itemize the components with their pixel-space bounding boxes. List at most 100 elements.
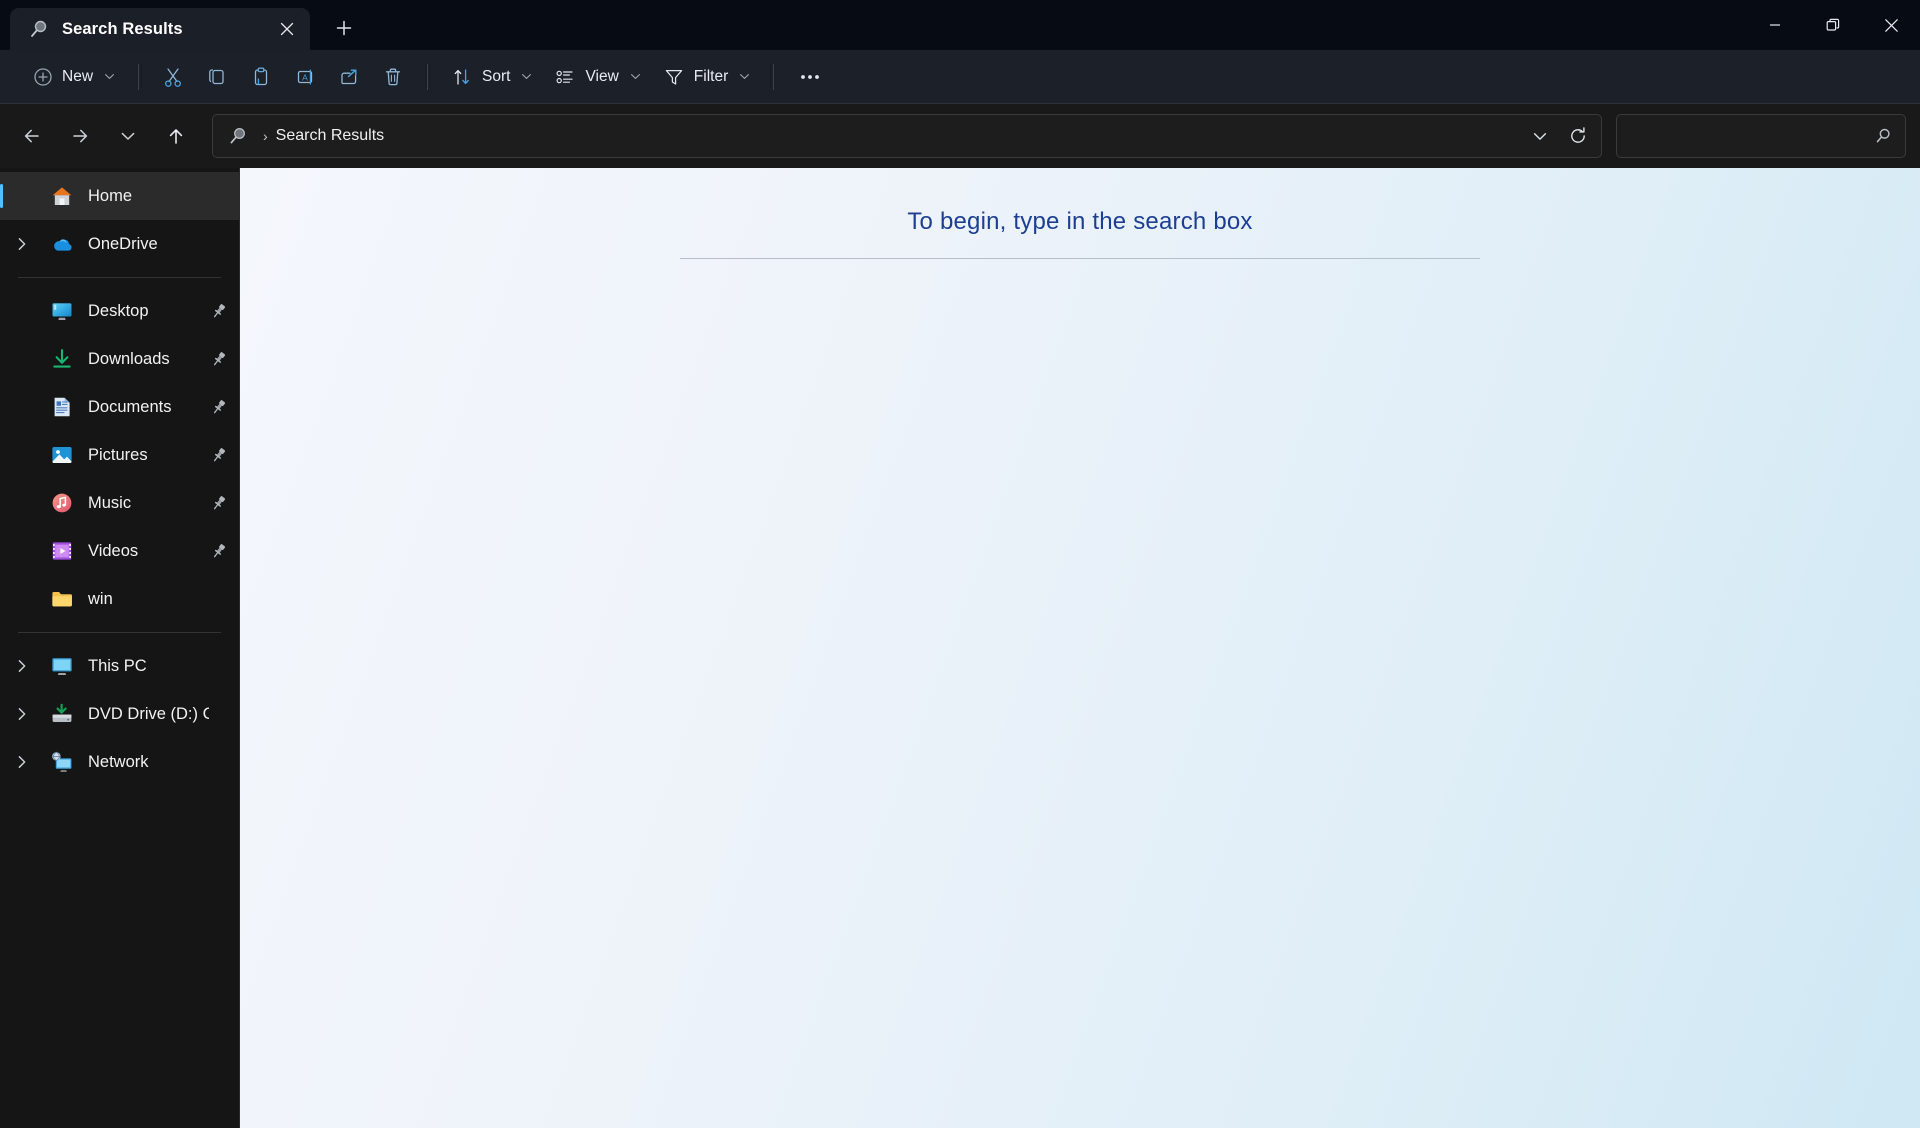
more-options-button[interactable] <box>786 58 834 96</box>
sidebar-item-music[interactable]: Music <box>0 479 239 527</box>
close-icon[interactable] <box>270 12 304 46</box>
new-button[interactable]: New <box>22 58 126 96</box>
empty-state-message: To begin, type in the search box <box>907 208 1253 235</box>
onedrive-cloud-icon <box>50 232 74 256</box>
sidebar-item-dvd-drive-d-ccc[interactable]: DVD Drive (D:) CCC <box>0 690 239 738</box>
search-box[interactable] <box>1616 114 1906 158</box>
empty-state: To begin, type in the search box <box>240 208 1920 259</box>
search-input[interactable] <box>1631 127 1873 145</box>
tab-search-results[interactable]: Search Results <box>10 8 310 50</box>
sidebar-item-home[interactable]: Home <box>0 172 239 220</box>
file-explorer-window: Search Results New A Sort View Filter › … <box>0 0 1920 1128</box>
sidebar-item-downloads[interactable]: Downloads <box>0 335 239 383</box>
sidebar-item-network[interactable]: Network <box>0 738 239 786</box>
sort-button-label: Sort <box>482 67 511 85</box>
sort-icon <box>451 66 473 88</box>
pin-icon[interactable] <box>209 494 229 512</box>
rename-button[interactable]: A <box>283 58 327 96</box>
title-bar: Search Results <box>0 0 1920 50</box>
minimize-button[interactable] <box>1746 0 1804 50</box>
copy-icon <box>206 66 228 88</box>
ellipsis-icon <box>797 66 823 88</box>
sidebar-item-label: DVD Drive (D:) CCC <box>88 704 209 723</box>
sidebar-item-label: Videos <box>88 541 139 560</box>
rename-icon: A <box>294 66 316 88</box>
view-button[interactable]: View <box>543 58 651 96</box>
pictures-icon <box>50 443 74 467</box>
sidebar-divider <box>18 632 221 633</box>
sidebar-item-label: Downloads <box>88 349 170 368</box>
downloads-icon <box>50 347 74 371</box>
this-pc-icon <box>50 654 74 678</box>
chevron-right-icon[interactable] <box>6 754 38 770</box>
address-dropdown-button[interactable] <box>1521 118 1559 154</box>
command-bar: New A Sort View Filter <box>0 50 1920 104</box>
sidebar-item-pictures[interactable]: Pictures <box>0 431 239 479</box>
refresh-icon[interactable] <box>1559 118 1597 154</box>
close-button[interactable] <box>1862 0 1920 50</box>
sidebar-item-label: Network <box>88 752 149 771</box>
pin-icon[interactable] <box>209 542 229 560</box>
sidebar-item-onedrive[interactable]: OneDrive <box>0 220 239 268</box>
forward-button[interactable] <box>60 116 100 156</box>
pin-icon[interactable] <box>209 446 229 464</box>
filter-button-label: Filter <box>693 67 729 85</box>
recent-locations-button[interactable] <box>108 116 148 156</box>
up-button[interactable] <box>156 116 196 156</box>
empty-state-divider <box>680 258 1480 259</box>
cut-button[interactable] <box>151 58 195 96</box>
chevron-down-icon <box>630 71 641 82</box>
sidebar-item-label: OneDrive <box>88 234 158 253</box>
filter-icon <box>663 66 685 88</box>
sidebar-item-desktop[interactable]: Desktop <box>0 287 239 335</box>
pin-icon[interactable] <box>209 350 229 368</box>
restore-button[interactable] <box>1804 0 1862 50</box>
search-icon[interactable] <box>1873 126 1893 146</box>
sidebar-item-win[interactable]: win <box>0 575 239 623</box>
toolbar-divider-3 <box>773 63 775 90</box>
navigation-bar: › Search Results <box>0 104 1920 168</box>
sidebar-item-label: Pictures <box>88 445 148 464</box>
home-icon <box>50 184 74 208</box>
sidebar-item-label: win <box>88 589 113 608</box>
chevron-right-icon[interactable] <box>6 706 38 722</box>
new-tab-button[interactable] <box>324 8 364 48</box>
dvd-drive-icon <box>50 702 74 726</box>
address-bar[interactable]: › Search Results <box>212 114 1602 158</box>
delete-button[interactable] <box>371 58 415 96</box>
svg-text:A: A <box>302 72 308 82</box>
chevron-down-icon <box>739 71 750 82</box>
chevron-down-icon <box>104 71 115 82</box>
sidebar-item-label: Music <box>88 493 132 512</box>
window-controls <box>1746 0 1920 50</box>
documents-icon <box>50 395 74 419</box>
filter-button[interactable]: Filter <box>652 58 761 96</box>
chevron-right-icon[interactable] <box>6 658 38 674</box>
copy-button[interactable] <box>195 58 239 96</box>
sort-button[interactable]: Sort <box>440 58 543 96</box>
sidebar-divider <box>18 277 221 278</box>
share-button[interactable] <box>327 58 371 96</box>
network-icon <box>50 750 74 774</box>
share-icon <box>338 66 360 88</box>
sidebar-item-this-pc[interactable]: This PC <box>0 642 239 690</box>
scissors-icon <box>162 66 184 88</box>
toolbar-divider-2 <box>427 63 429 90</box>
sidebar-item-videos[interactable]: Videos <box>0 527 239 575</box>
pin-icon[interactable] <box>209 302 229 320</box>
tab-title: Search Results <box>62 19 183 38</box>
back-button[interactable] <box>12 116 52 156</box>
sidebar-item-documents[interactable]: Documents <box>0 383 239 431</box>
breadcrumb-current[interactable]: Search Results <box>276 127 385 145</box>
folder-icon <box>50 587 74 611</box>
pin-icon[interactable] <box>209 398 229 416</box>
search-magnifier-icon <box>28 18 50 40</box>
plus-circle-icon <box>33 67 53 87</box>
paste-button[interactable] <box>239 58 283 96</box>
search-magnifier-icon <box>227 125 249 147</box>
sidebar-item-label: This PC <box>88 656 147 675</box>
breadcrumb-separator: › <box>263 128 268 144</box>
navigation-pane: Home OneDrive Desktop Downloads Documents Pic… <box>0 168 240 1128</box>
sidebar-item-label: Documents <box>88 397 172 416</box>
chevron-right-icon[interactable] <box>6 236 38 252</box>
